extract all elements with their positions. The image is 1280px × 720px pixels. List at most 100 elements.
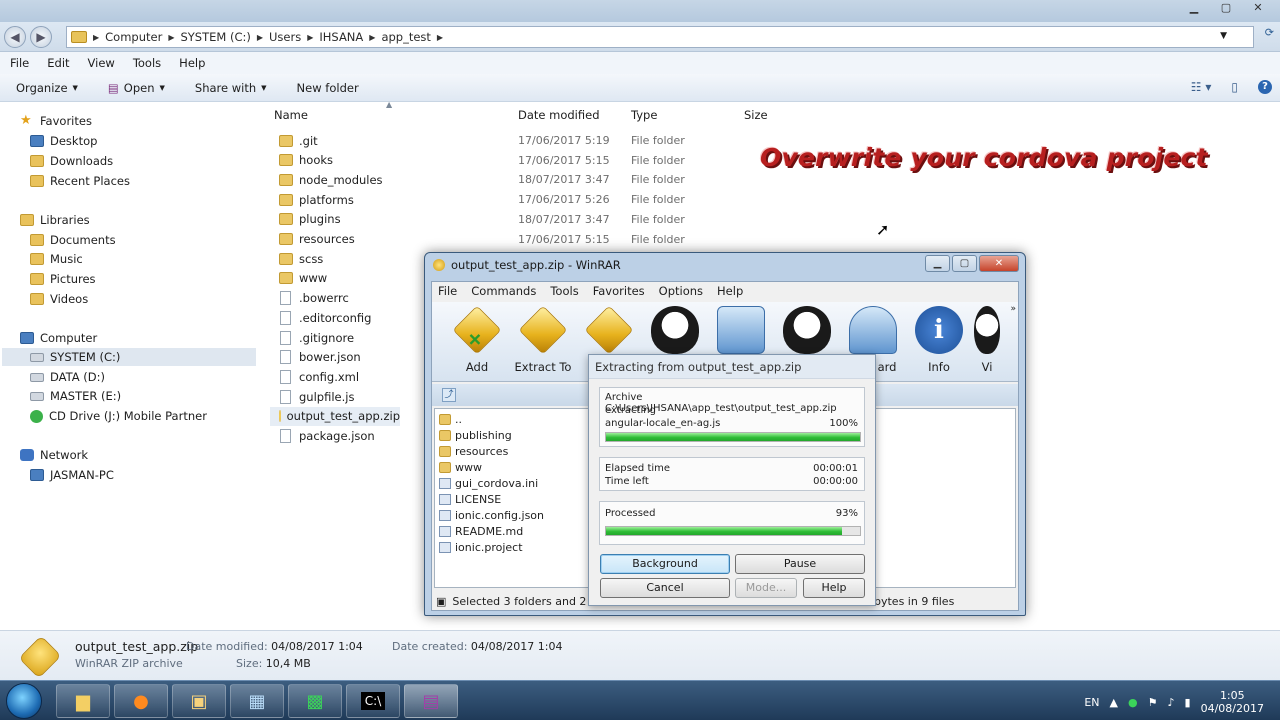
maximize-button[interactable]: ▢ bbox=[952, 255, 977, 272]
taskbar-cmd[interactable]: C:\ bbox=[346, 684, 400, 718]
virus-scan-button[interactable]: Vi bbox=[972, 306, 1002, 374]
list-item[interactable]: .. bbox=[439, 411, 462, 427]
background-button[interactable]: Background bbox=[600, 554, 730, 574]
list-item[interactable]: README.md bbox=[439, 523, 523, 539]
breadcrumb[interactable]: ▶ Computer ▶ SYSTEM (C:) ▶ Users ▶ IHSAN… bbox=[66, 26, 1254, 48]
view-options-icon[interactable]: ☷ ▾ bbox=[1191, 80, 1212, 94]
nav-network[interactable]: Network bbox=[0, 446, 262, 464]
taskbar-app[interactable]: ▦ bbox=[230, 684, 284, 718]
breadcrumb-app-test[interactable]: app_test bbox=[381, 30, 430, 44]
nav-recent-places[interactable]: Recent Places bbox=[0, 172, 262, 190]
close-button[interactable]: ✕ bbox=[979, 255, 1019, 272]
nav-master-e[interactable]: MASTER (E:) bbox=[0, 387, 262, 405]
file-row[interactable]: node_modules 18/07/2017 3:47 File folder bbox=[270, 170, 710, 189]
taskbar-app[interactable]: ▣ bbox=[172, 684, 226, 718]
breadcrumb-computer[interactable]: Computer bbox=[105, 30, 162, 44]
taskbar-firefox[interactable]: ● bbox=[114, 684, 168, 718]
forward-button[interactable]: ▶ bbox=[30, 26, 52, 48]
menu-edit[interactable]: Edit bbox=[47, 56, 69, 70]
find-button[interactable] bbox=[778, 306, 836, 360]
column-size[interactable]: Size bbox=[744, 108, 768, 122]
share-with-button[interactable]: Share with ▼ bbox=[195, 81, 267, 95]
list-item[interactable]: ionic.config.json bbox=[439, 507, 544, 523]
column-type[interactable]: Type bbox=[631, 108, 657, 122]
help-icon[interactable]: ? bbox=[1258, 80, 1272, 94]
file-row[interactable]: plugins 18/07/2017 3:47 File folder bbox=[270, 210, 710, 229]
up-folder-icon[interactable]: ⤴ bbox=[442, 388, 456, 402]
dialog-title[interactable]: Extracting from output_test_app.zip bbox=[589, 355, 875, 379]
language-indicator[interactable]: EN bbox=[1084, 696, 1099, 709]
nav-pictures[interactable]: Pictures bbox=[0, 270, 262, 288]
nav-cd-drive[interactable]: CD Drive (J:) Mobile Partner bbox=[0, 407, 262, 425]
column-name[interactable]: Name bbox=[274, 108, 308, 122]
chevron-down-icon[interactable]: ▼ bbox=[1220, 31, 1227, 41]
nav-downloads[interactable]: Downloads bbox=[0, 152, 262, 170]
new-folder-button[interactable]: New folder bbox=[297, 81, 359, 95]
cancel-button[interactable]: Cancel bbox=[600, 578, 730, 598]
list-item[interactable]: www bbox=[439, 459, 482, 475]
minimize-button[interactable]: ▁ bbox=[925, 255, 950, 272]
file-row[interactable]: resources 17/06/2017 5:15 File folder bbox=[270, 230, 710, 249]
info-button[interactable]: i Info bbox=[910, 306, 968, 374]
breadcrumb-system-c[interactable]: SYSTEM (C:) bbox=[180, 30, 250, 44]
help-button[interactable]: Help bbox=[803, 578, 865, 598]
nav-computer[interactable]: Computer bbox=[0, 329, 262, 347]
chevron-right-icon[interactable]: ▶ bbox=[369, 33, 375, 42]
list-item[interactable]: resources bbox=[439, 443, 508, 459]
test-button[interactable] bbox=[580, 305, 638, 360]
menu-options[interactable]: Options bbox=[659, 284, 703, 298]
breadcrumb-ihsana[interactable]: IHSANA bbox=[319, 30, 363, 44]
show-hidden-icon[interactable]: ▲ bbox=[1110, 696, 1118, 709]
start-button[interactable] bbox=[6, 683, 42, 719]
minimize-button[interactable]: ▁ bbox=[1182, 0, 1206, 16]
menu-tools[interactable]: Tools bbox=[133, 56, 161, 70]
taskbar-app[interactable]: ▩ bbox=[288, 684, 342, 718]
refresh-icon[interactable]: ⟳ bbox=[1265, 26, 1274, 39]
menu-commands[interactable]: Commands bbox=[471, 284, 536, 298]
nav-libraries[interactable]: Libraries bbox=[0, 211, 262, 229]
menu-favorites[interactable]: Favorites bbox=[593, 284, 645, 298]
pause-button[interactable]: Pause bbox=[735, 554, 865, 574]
nav-desktop[interactable]: Desktop bbox=[0, 132, 262, 150]
open-button[interactable]: ▤ Open ▼ bbox=[108, 81, 165, 95]
file-row[interactable]: .git 17/06/2017 5:19 File folder bbox=[270, 131, 710, 150]
view-button[interactable] bbox=[646, 306, 704, 360]
signal-icon[interactable]: ▮ bbox=[1185, 696, 1191, 709]
maximize-button[interactable]: ▢ bbox=[1214, 0, 1238, 16]
nav-videos[interactable]: Videos bbox=[0, 290, 262, 308]
menu-help[interactable]: Help bbox=[717, 284, 743, 298]
nav-system-c[interactable]: SYSTEM (C:) bbox=[2, 348, 256, 366]
flag-icon[interactable]: ⚑ bbox=[1148, 696, 1158, 709]
breadcrumb-users[interactable]: Users bbox=[269, 30, 301, 44]
add-button[interactable]: Add bbox=[448, 305, 506, 374]
volume-icon[interactable]: ♪ bbox=[1168, 696, 1175, 709]
menu-file[interactable]: File bbox=[10, 56, 29, 70]
organize-button[interactable]: Organize ▼ bbox=[16, 81, 78, 95]
extract-to-button[interactable]: Extract To bbox=[514, 305, 572, 374]
list-item[interactable]: ionic.project bbox=[439, 539, 523, 555]
nav-music[interactable]: Music bbox=[0, 250, 262, 268]
menu-view[interactable]: View bbox=[88, 56, 115, 70]
back-button[interactable]: ◀ bbox=[4, 26, 26, 48]
chevron-right-icon[interactable]: » bbox=[1010, 304, 1016, 314]
column-date-modified[interactable]: Date modified bbox=[518, 108, 600, 122]
list-item[interactable]: LICENSE bbox=[439, 491, 501, 507]
menu-tools[interactable]: Tools bbox=[550, 284, 578, 298]
preview-pane-icon[interactable]: ▯ bbox=[1231, 80, 1238, 94]
file-row[interactable]: platforms 17/06/2017 5:26 File folder bbox=[270, 190, 710, 209]
delete-button[interactable] bbox=[712, 306, 770, 360]
nav-documents[interactable]: Documents bbox=[0, 231, 262, 249]
taskbar-explorer[interactable]: ▆ bbox=[56, 684, 110, 718]
nav-data-d[interactable]: DATA (D:) bbox=[0, 368, 262, 386]
close-button[interactable]: ✕ bbox=[1246, 0, 1270, 16]
menu-file[interactable]: File bbox=[438, 284, 457, 298]
file-row[interactable]: output_test_app.zip bbox=[270, 406, 400, 426]
taskbar-winrar[interactable]: ▤ bbox=[404, 684, 458, 718]
file-row[interactable]: hooks 17/06/2017 5:15 File folder bbox=[270, 151, 710, 170]
list-item[interactable]: publishing bbox=[439, 427, 512, 443]
menu-help[interactable]: Help bbox=[179, 56, 205, 70]
chevron-right-icon[interactable]: ▶ bbox=[257, 33, 263, 42]
nav-jasman-pc[interactable]: JASMAN-PC bbox=[0, 466, 262, 484]
clock[interactable]: 1:05 04/08/2017 bbox=[1201, 689, 1264, 715]
chevron-right-icon[interactable]: ▶ bbox=[168, 33, 174, 42]
